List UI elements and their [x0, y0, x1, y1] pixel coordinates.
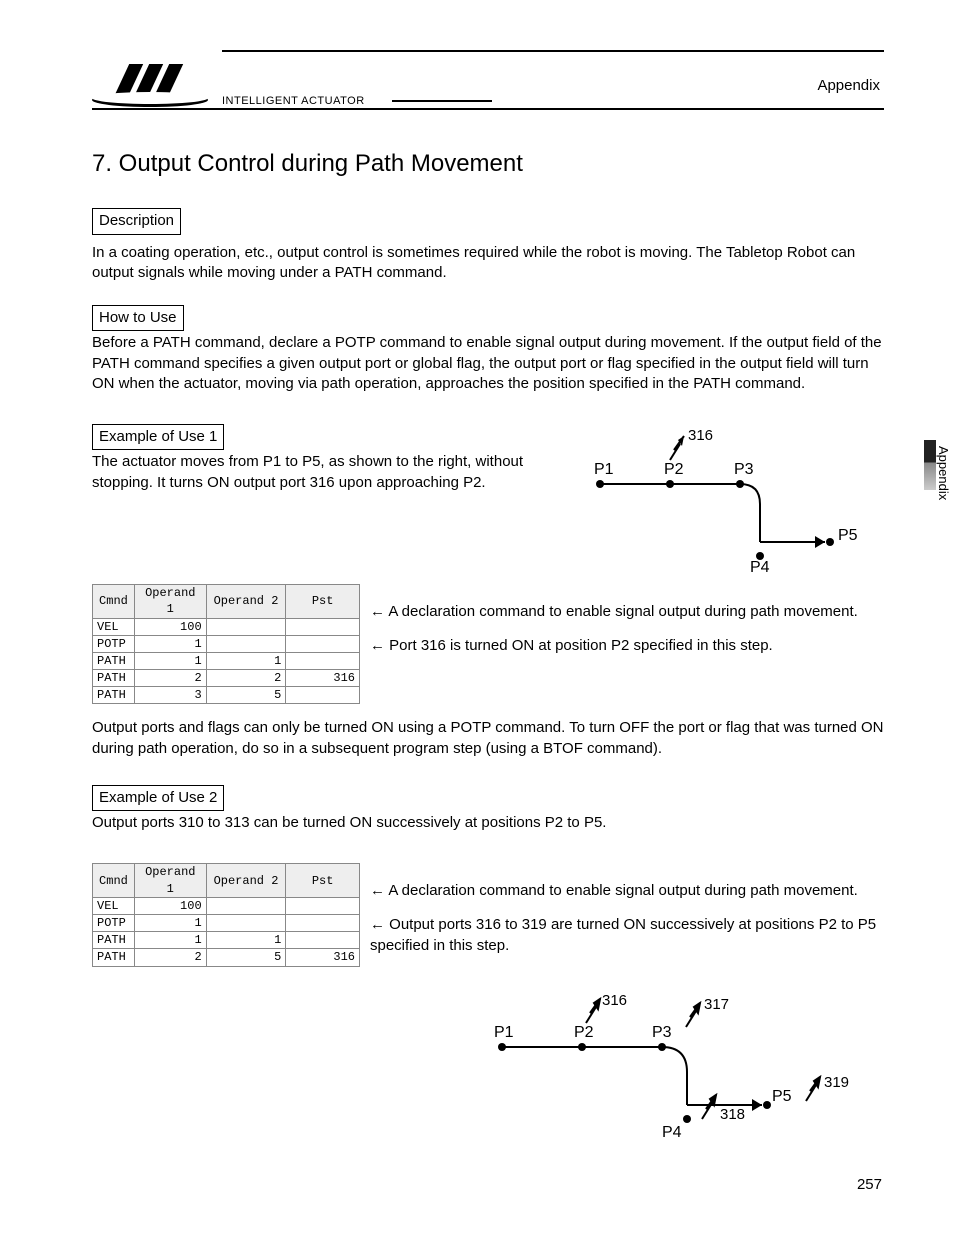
example2-label: Example of Use 2	[92, 785, 224, 811]
howto-text: Before a PATH command, declare a POTP co…	[92, 333, 884, 394]
table1-anno-4	[370, 653, 858, 670]
svg-text:P2: P2	[664, 461, 684, 478]
diagram-1: P1 P2 P3 P4 P5 316	[570, 424, 884, 574]
diagram-2: P1 P2 P3 P4 P5 316 317 318 319	[472, 987, 884, 1153]
svg-text:P2: P2	[574, 1024, 594, 1041]
example1-text: The actuator moves from P1 to P5, as sho…	[92, 452, 552, 493]
description-label: Description	[92, 208, 181, 234]
header-section-label: Appendix	[817, 76, 880, 96]
command-table-1: Cmnd Operand 1 Operand 2 Pst VEL100 POTP…	[92, 584, 360, 704]
svg-text:P3: P3	[652, 1024, 672, 1041]
svg-text:318: 318	[720, 1106, 745, 1123]
svg-text:P5: P5	[772, 1088, 792, 1105]
svg-text:P5: P5	[838, 527, 858, 544]
svg-text:P1: P1	[594, 461, 614, 478]
brand-text: INTELLIGENT ACTUATOR	[222, 94, 365, 109]
howto-label: How to Use	[92, 305, 184, 331]
svg-text:P4: P4	[662, 1124, 682, 1141]
brand-logo	[102, 58, 212, 112]
between-paragraph: Output ports and flags can only be turne…	[92, 718, 884, 759]
table2-anno-0	[370, 864, 884, 881]
svg-text:316: 316	[602, 992, 627, 1009]
svg-text:319: 319	[824, 1074, 849, 1091]
table2-anno-3: ← Output ports 316 to 319 are turned ON …	[370, 915, 884, 956]
example1-label: Example of Use 1	[92, 424, 224, 450]
table1-anno-2	[370, 619, 858, 636]
svg-text:P4: P4	[750, 559, 770, 576]
description-text: In a coating operation, etc., output con…	[92, 243, 884, 284]
page-title: 7. Output Control during Path Movement	[92, 148, 884, 180]
table1-anno-1: ← A declaration command to enable signal…	[370, 602, 858, 619]
example2-text: Output ports 310 to 313 can be turned ON…	[92, 813, 884, 833]
svg-text:P1: P1	[494, 1024, 514, 1041]
page-number: 257	[857, 1175, 882, 1195]
table1-anno-3: ← Port 316 is turned ON at position P2 s…	[370, 636, 858, 653]
svg-text:316: 316	[688, 427, 713, 444]
table2-anno-2	[370, 898, 884, 915]
table2-anno-1: ← A declaration command to enable signal…	[370, 881, 884, 898]
svg-text:P3: P3	[734, 461, 754, 478]
svg-text:317: 317	[704, 996, 729, 1013]
command-table-2: Cmnd Operand 1 Operand 2 Pst VEL100 POTP…	[92, 863, 360, 966]
page-header: Appendix INTELLIGENT ACTUATOR	[92, 50, 884, 110]
table1-anno-0	[370, 585, 858, 602]
side-index-label: Appendix	[932, 440, 954, 506]
